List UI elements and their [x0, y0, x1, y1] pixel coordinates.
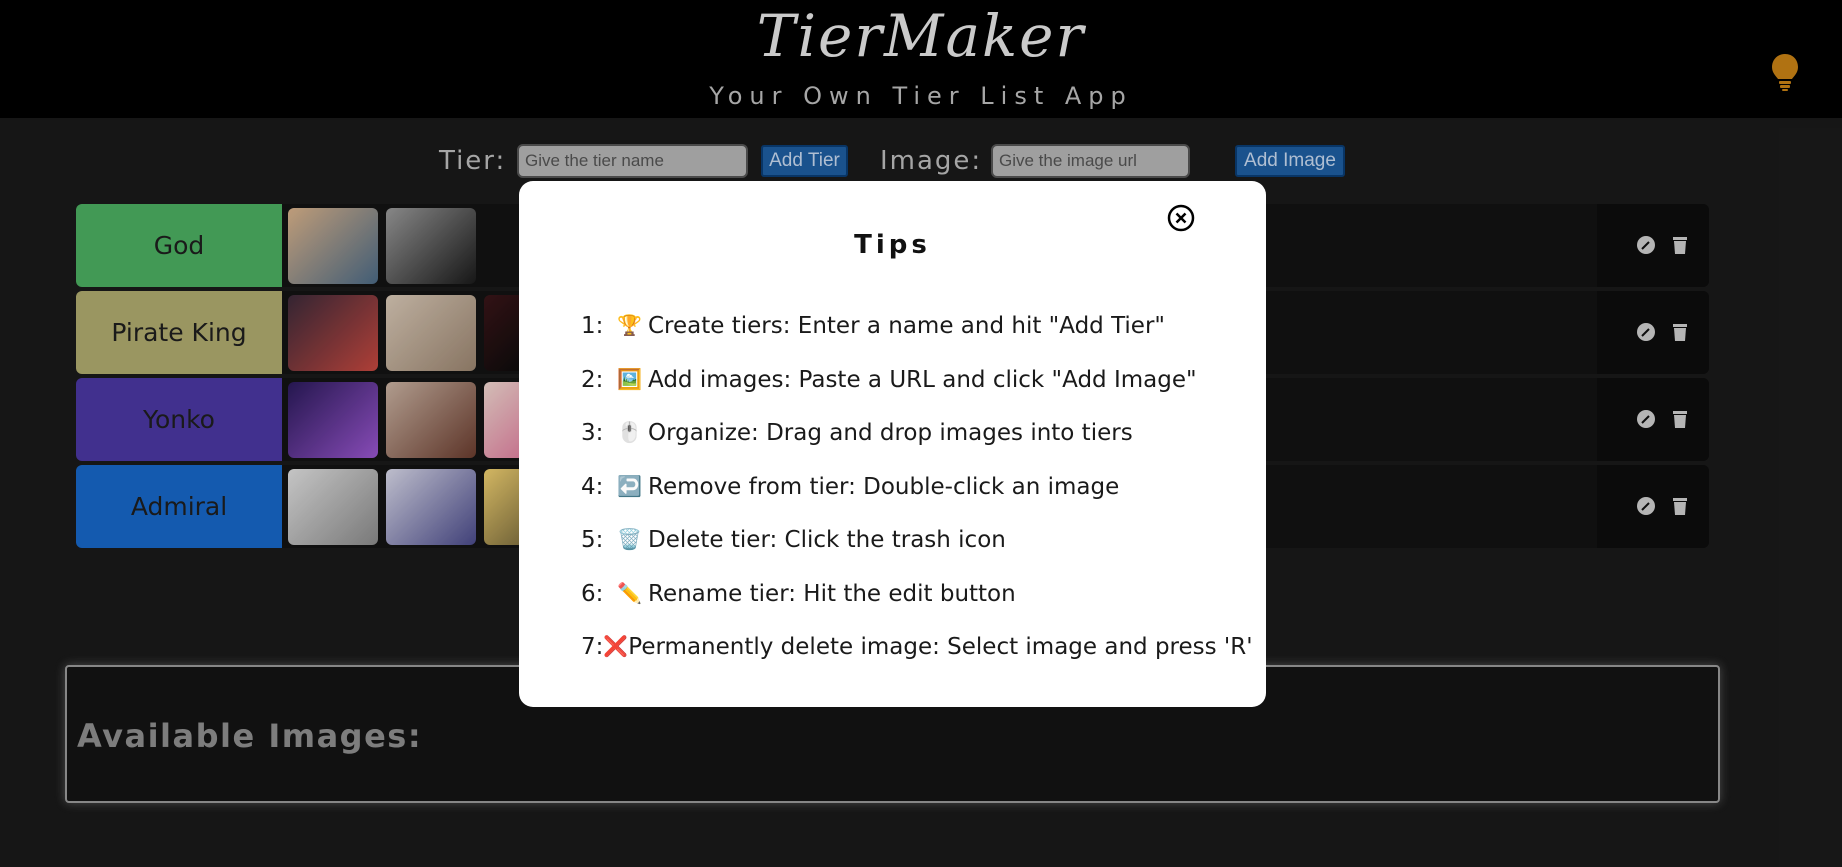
tip-number: 5:: [581, 527, 604, 553]
list-item: 6: ✏️ Rename tier: Hit the edit button: [581, 581, 1251, 635]
pencil-icon: ✏️: [617, 580, 642, 605]
list-item: 1: 🏆 Create tiers: Enter a name and hit …: [581, 313, 1251, 367]
tip-number: 2:: [581, 366, 604, 393]
picture-icon: 🖼️: [617, 366, 642, 391]
cross-mark-icon: ❌: [603, 634, 629, 658]
mouse-icon: 🖱️: [617, 420, 642, 444]
list-item: 4: ↩️ Remove from tier: Double-click an …: [581, 474, 1251, 528]
modal-title: Tips: [854, 230, 931, 260]
tip-number: 1:: [581, 313, 604, 339]
list-item: 5: 🗑️ Delete tier: Click the trash icon: [581, 527, 1251, 581]
tip-number: 3:: [581, 420, 604, 446]
tip-number: 7:: [581, 634, 604, 660]
tip-number: 4:: [581, 473, 604, 500]
tip-text: Rename tier: Hit the edit button: [648, 580, 1016, 607]
tip-text: Permanently delete image: Select image a…: [628, 634, 1253, 660]
tip-text: Add images: Paste a URL and click "Add I…: [648, 366, 1197, 393]
tip-text: Organize: Drag and drop images into tier…: [648, 420, 1133, 446]
tips-modal: Tips 1: 🏆 Create tiers: Enter a name and…: [519, 181, 1266, 707]
list-item: 2: 🖼️ Add images: Paste a URL and click …: [581, 367, 1251, 421]
tip-text: Delete tier: Click the trash icon: [648, 527, 1006, 553]
wastebasket-icon: 🗑️: [617, 527, 642, 551]
list-item: 3: 🖱️ Organize: Drag and drop images int…: [581, 420, 1251, 474]
tip-number: 6:: [581, 580, 604, 607]
close-circle-icon[interactable]: [1167, 204, 1195, 232]
list-item: 7: ❌ Permanently delete image: Select im…: [581, 634, 1253, 688]
trophy-icon: 🏆: [617, 313, 642, 337]
tips-list: 1: 🏆 Create tiers: Enter a name and hit …: [581, 313, 1253, 688]
tip-text: Remove from tier: Double-click an image: [648, 473, 1120, 500]
return-arrow-icon: ↩️: [617, 473, 642, 498]
tip-text: Create tiers: Enter a name and hit "Add …: [648, 313, 1165, 339]
